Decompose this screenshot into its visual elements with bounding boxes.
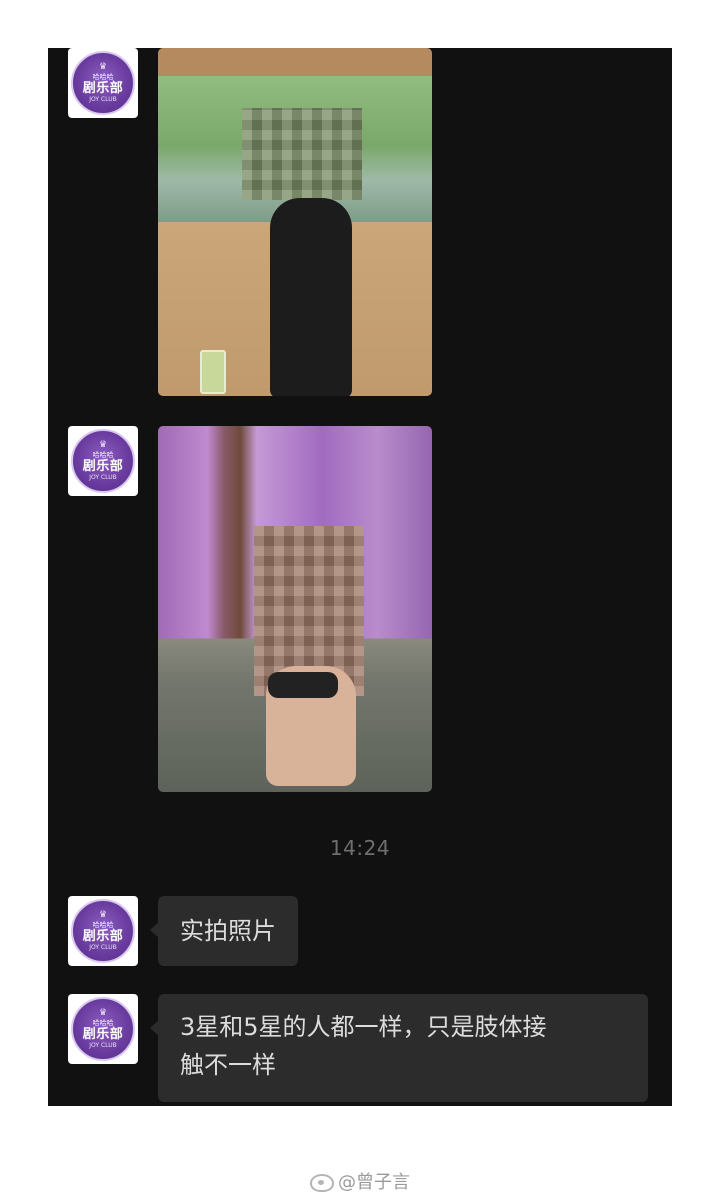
avatar-sub-text: JOY CLUB <box>89 95 117 103</box>
message-row-image-2: ♛ 哈哈哈 剧乐部 JOY CLUB <box>68 426 432 792</box>
avatar-top-text: 哈哈哈 <box>92 450 114 459</box>
message-bubble-wrap: 实拍照片 <box>150 896 298 966</box>
avatar-main-text: 剧乐部 <box>82 928 124 944</box>
crown-icon: ♛ <box>98 61 108 72</box>
avatar-main-text: 剧乐部 <box>82 1026 124 1042</box>
message-bubble[interactable]: 实拍照片 <box>158 896 298 966</box>
watermark: @曾子言 <box>0 1168 720 1194</box>
avatar[interactable]: ♛ 哈哈哈 剧乐部 JOY CLUB <box>68 994 138 1064</box>
avatar-badge: ♛ 哈哈哈 剧乐部 JOY CLUB <box>71 997 135 1061</box>
photo-message-1[interactable] <box>158 48 432 396</box>
avatar-top-text: 哈哈哈 <box>92 1018 114 1027</box>
avatar-sub-text: JOY CLUB <box>89 1041 117 1049</box>
message-bubble-wrap: 3星和5星的人都一样，只是肢体接 触不一样 <box>150 994 648 1102</box>
chat-window: ♛ 哈哈哈 剧乐部 JOY CLUB ♛ 哈哈哈 剧乐部 JOY CLUB 14… <box>48 48 672 1106</box>
crown-icon: ♛ <box>98 1007 108 1018</box>
message-text-line-1: 3星和5星的人都一样，只是肢体接 <box>180 1013 547 1041</box>
message-row-text-1: ♛ 哈哈哈 剧乐部 JOY CLUB 实拍照片 <box>68 896 298 966</box>
pixelated-face <box>242 108 362 200</box>
avatar-sub-text: JOY CLUB <box>89 943 117 951</box>
avatar-top-text: 哈哈哈 <box>92 72 114 81</box>
weibo-icon <box>310 1174 334 1192</box>
glass-object <box>200 350 226 394</box>
swimwear <box>268 672 338 698</box>
watermark-text: @曾子言 <box>338 1172 410 1193</box>
message-bubble[interactable]: 3星和5星的人都一样，只是肢体接 触不一样 <box>158 994 648 1102</box>
avatar[interactable]: ♛ 哈哈哈 剧乐部 JOY CLUB <box>68 48 138 118</box>
timestamp: 14:24 <box>329 836 391 860</box>
photo-message-2[interactable] <box>158 426 432 792</box>
avatar-badge: ♛ 哈哈哈 剧乐部 JOY CLUB <box>71 429 135 493</box>
person-figure <box>270 198 352 396</box>
message-text-line-2: 触不一样 <box>180 1051 276 1079</box>
avatar-sub-text: JOY CLUB <box>89 473 117 481</box>
avatar-badge: ♛ 哈哈哈 剧乐部 JOY CLUB <box>71 51 135 115</box>
avatar-badge: ♛ 哈哈哈 剧乐部 JOY CLUB <box>71 899 135 963</box>
message-text: 实拍照片 <box>180 917 276 945</box>
avatar-main-text: 剧乐部 <box>82 458 124 474</box>
crown-icon: ♛ <box>98 439 108 450</box>
message-row-text-2: ♛ 哈哈哈 剧乐部 JOY CLUB 3星和5星的人都一样，只是肢体接 触不一样 <box>68 994 648 1102</box>
message-row-image-1: ♛ 哈哈哈 剧乐部 JOY CLUB <box>68 48 432 396</box>
avatar[interactable]: ♛ 哈哈哈 剧乐部 JOY CLUB <box>68 896 138 966</box>
avatar-top-text: 哈哈哈 <box>92 920 114 929</box>
avatar-main-text: 剧乐部 <box>82 80 124 96</box>
crown-icon: ♛ <box>98 909 108 920</box>
avatar[interactable]: ♛ 哈哈哈 剧乐部 JOY CLUB <box>68 426 138 496</box>
